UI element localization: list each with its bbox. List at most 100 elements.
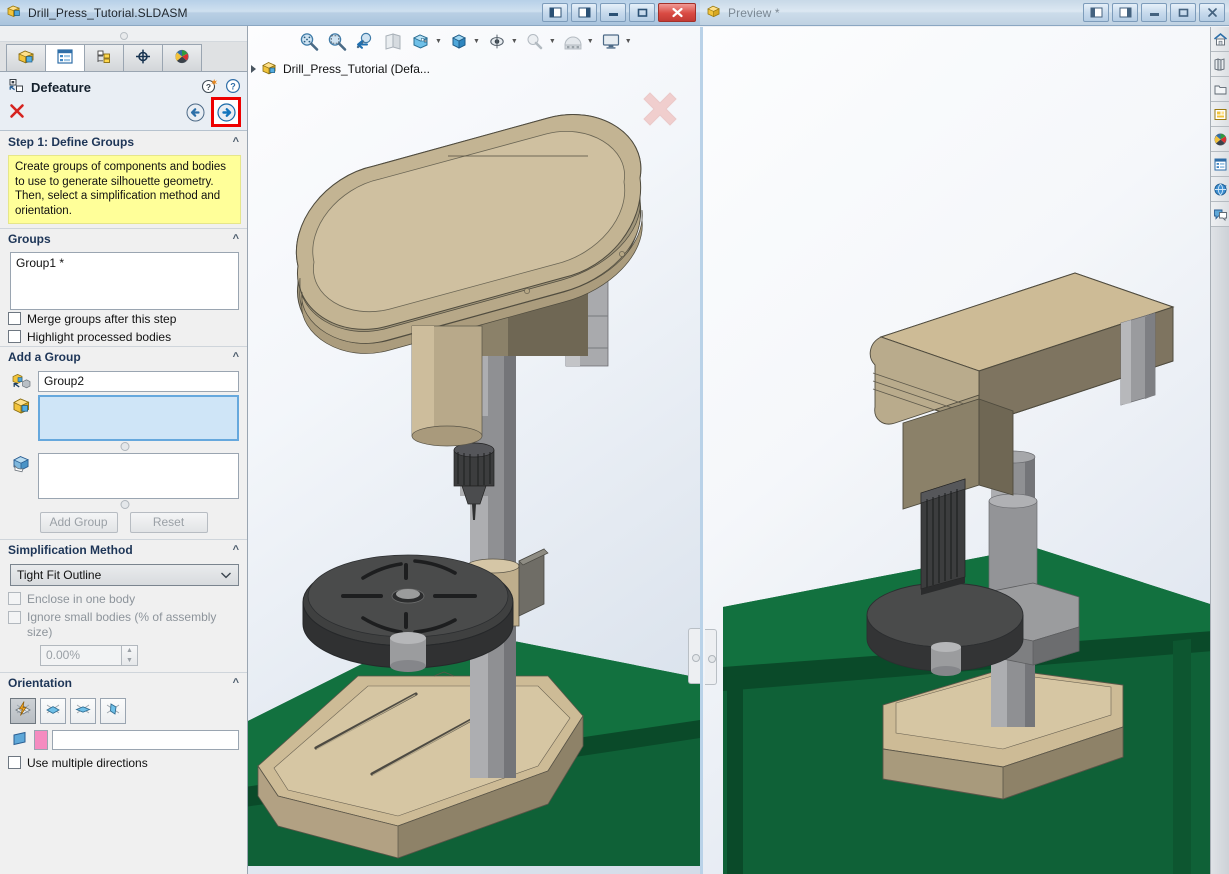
simplification-method-select[interactable]: Tight Fit Outline bbox=[10, 563, 239, 586]
orientation-custom-button[interactable] bbox=[100, 697, 126, 724]
percent-input[interactable] bbox=[40, 644, 122, 666]
chevron-up-icon: ^ bbox=[232, 233, 239, 246]
split-left-button[interactable] bbox=[542, 3, 568, 22]
custom-direction-icon bbox=[103, 699, 123, 722]
task-pane-file-explorer-button[interactable] bbox=[1211, 77, 1229, 102]
chevron-up-icon: ^ bbox=[232, 544, 239, 557]
dimxpert-manager-tab[interactable] bbox=[123, 44, 163, 71]
components-resize-handle[interactable] bbox=[10, 441, 239, 450]
group-name-input[interactable] bbox=[38, 370, 239, 392]
components-selection-box[interactable] bbox=[38, 394, 239, 441]
feature-manager-tab[interactable] bbox=[6, 44, 46, 71]
chevron-down-icon bbox=[220, 568, 232, 582]
preview-title: Preview * bbox=[728, 5, 780, 20]
list-item[interactable]: Group1 * bbox=[16, 256, 233, 270]
help-whats-new-icon[interactable]: ? bbox=[201, 78, 218, 97]
property-manager-body: Step 1: Define Groups ^ Create groups of… bbox=[0, 131, 247, 874]
step-tip-text: Create groups of components and bodies t… bbox=[8, 155, 241, 224]
add-group-button[interactable]: Add Group bbox=[39, 511, 118, 533]
bodies-selection-box[interactable] bbox=[38, 452, 239, 499]
property-manager-tab[interactable] bbox=[45, 44, 85, 71]
groups-listbox[interactable]: Group1 * bbox=[10, 251, 239, 310]
highlight-bodies-checkbox[interactable]: Highlight processed bodies bbox=[0, 328, 247, 346]
preview-minimize-button[interactable] bbox=[1141, 3, 1167, 22]
next-step-button[interactable] bbox=[215, 101, 237, 123]
merge-groups-checkbox[interactable]: Merge groups after this step bbox=[0, 310, 247, 328]
preview-splitter-handle[interactable] bbox=[705, 629, 717, 685]
percent-stepper[interactable]: ▲ ▼ bbox=[122, 644, 138, 666]
help-icon[interactable]: ? bbox=[225, 78, 241, 97]
split-right-button[interactable] bbox=[571, 3, 597, 22]
document-window-buttons bbox=[542, 3, 696, 22]
property-list-icon bbox=[56, 48, 74, 68]
orientation-auto-button[interactable] bbox=[10, 697, 36, 724]
checkbox-label: Merge groups after this step bbox=[27, 311, 177, 326]
feature-tree-icon bbox=[17, 48, 36, 68]
graphics-viewport[interactable]: ▼ ▼ ▼ ▼ ▼ ▼ Drill_Press_Tutorial (Defa..… bbox=[248, 26, 700, 874]
drill-press-model-full[interactable] bbox=[248, 26, 700, 874]
simplification-method-value: Tight Fit Outline bbox=[17, 567, 102, 582]
enclose-one-body-checkbox[interactable]: Enclose in one body bbox=[0, 590, 247, 608]
group-bodies-row bbox=[0, 450, 247, 499]
orientation-dual-button[interactable] bbox=[70, 697, 96, 724]
checkbox-box bbox=[8, 756, 21, 770]
section-title-orientation: Orientation bbox=[8, 676, 73, 691]
ignore-small-bodies-checkbox[interactable]: Ignore small bodies (% of assembly size) bbox=[0, 608, 247, 642]
preview-split-right-button[interactable] bbox=[1112, 3, 1138, 22]
restore-button[interactable] bbox=[629, 3, 655, 22]
chevron-up-icon: ^ bbox=[232, 677, 239, 690]
reset-button[interactable]: Reset bbox=[129, 511, 208, 533]
orientation-single-button[interactable] bbox=[40, 697, 66, 724]
configuration-manager-tab[interactable] bbox=[84, 44, 124, 71]
task-pane-forum-button[interactable] bbox=[1211, 202, 1229, 227]
ignore-small-bodies-percent-row: ▲ ▼ bbox=[0, 642, 247, 672]
defeature-icon bbox=[8, 78, 25, 96]
use-multiple-directions-checkbox[interactable]: Use multiple directions bbox=[0, 754, 247, 772]
task-pane-custom-properties-button[interactable] bbox=[1211, 152, 1229, 177]
checkbox-box bbox=[8, 312, 21, 326]
close-button[interactable] bbox=[658, 3, 696, 22]
orientation-button-group bbox=[0, 694, 247, 726]
stepper-down-icon[interactable]: ▼ bbox=[122, 655, 137, 665]
preview-split-left-button[interactable] bbox=[1083, 3, 1109, 22]
step-navigation bbox=[184, 97, 241, 127]
svg-text:?: ? bbox=[230, 81, 236, 91]
section-header-step1[interactable]: Step 1: Define Groups ^ bbox=[0, 131, 247, 153]
section-title-groups: Groups bbox=[8, 232, 51, 247]
dual-direction-icon bbox=[73, 699, 93, 722]
section-header-orientation[interactable]: Orientation ^ bbox=[0, 671, 247, 694]
document-window: Drill_Press_Tutorial.SLDASM Defeature ? … bbox=[0, 0, 700, 874]
panel-resize-grip[interactable] bbox=[0, 26, 247, 42]
section-header-groups[interactable]: Groups ^ bbox=[0, 227, 247, 250]
section-header-add-group[interactable]: Add a Group ^ bbox=[0, 345, 247, 368]
task-pane-design-library-button[interactable] bbox=[1211, 52, 1229, 77]
task-pane-content-central-button[interactable] bbox=[1211, 177, 1229, 202]
task-pane-appearances-button[interactable] bbox=[1211, 127, 1229, 152]
page-title: Defeature bbox=[31, 79, 91, 95]
display-manager-tab[interactable] bbox=[162, 44, 202, 71]
property-manager-panel: Defeature ? ? Step 1: Define Groups ^ Cr… bbox=[0, 26, 248, 874]
cancel-button[interactable] bbox=[8, 102, 26, 123]
document-titlebar: Drill_Press_Tutorial.SLDASM bbox=[0, 0, 700, 26]
single-direction-icon bbox=[43, 699, 63, 722]
group-name-icon bbox=[10, 371, 32, 391]
section-header-simplification[interactable]: Simplification Method ^ bbox=[0, 538, 247, 561]
dimxpert-target-icon bbox=[134, 48, 152, 68]
drill-press-model-simplified[interactable] bbox=[703, 27, 1210, 874]
viewport-splitter-handle[interactable] bbox=[688, 628, 700, 684]
bodies-resize-handle[interactable] bbox=[10, 499, 239, 508]
stepper-up-icon[interactable]: ▲ bbox=[122, 646, 137, 656]
task-pane-home-button[interactable] bbox=[1211, 27, 1229, 52]
direction-color-swatch bbox=[34, 730, 48, 751]
preview-viewport[interactable] bbox=[700, 27, 1210, 874]
previous-step-button[interactable] bbox=[184, 101, 206, 123]
solidworks-application-window: Drill_Press_Tutorial.SLDASM Defeature ? … bbox=[0, 0, 1229, 874]
preview-close-button[interactable] bbox=[1199, 3, 1225, 22]
preview-restore-button[interactable] bbox=[1170, 3, 1196, 22]
task-pane-view-palette-button[interactable] bbox=[1211, 102, 1229, 127]
svg-text:?: ? bbox=[206, 82, 211, 92]
section-title-simplification: Simplification Method bbox=[8, 543, 133, 558]
direction-input[interactable] bbox=[52, 730, 239, 751]
minimize-button[interactable] bbox=[600, 3, 626, 22]
next-step-highlight bbox=[211, 97, 241, 127]
